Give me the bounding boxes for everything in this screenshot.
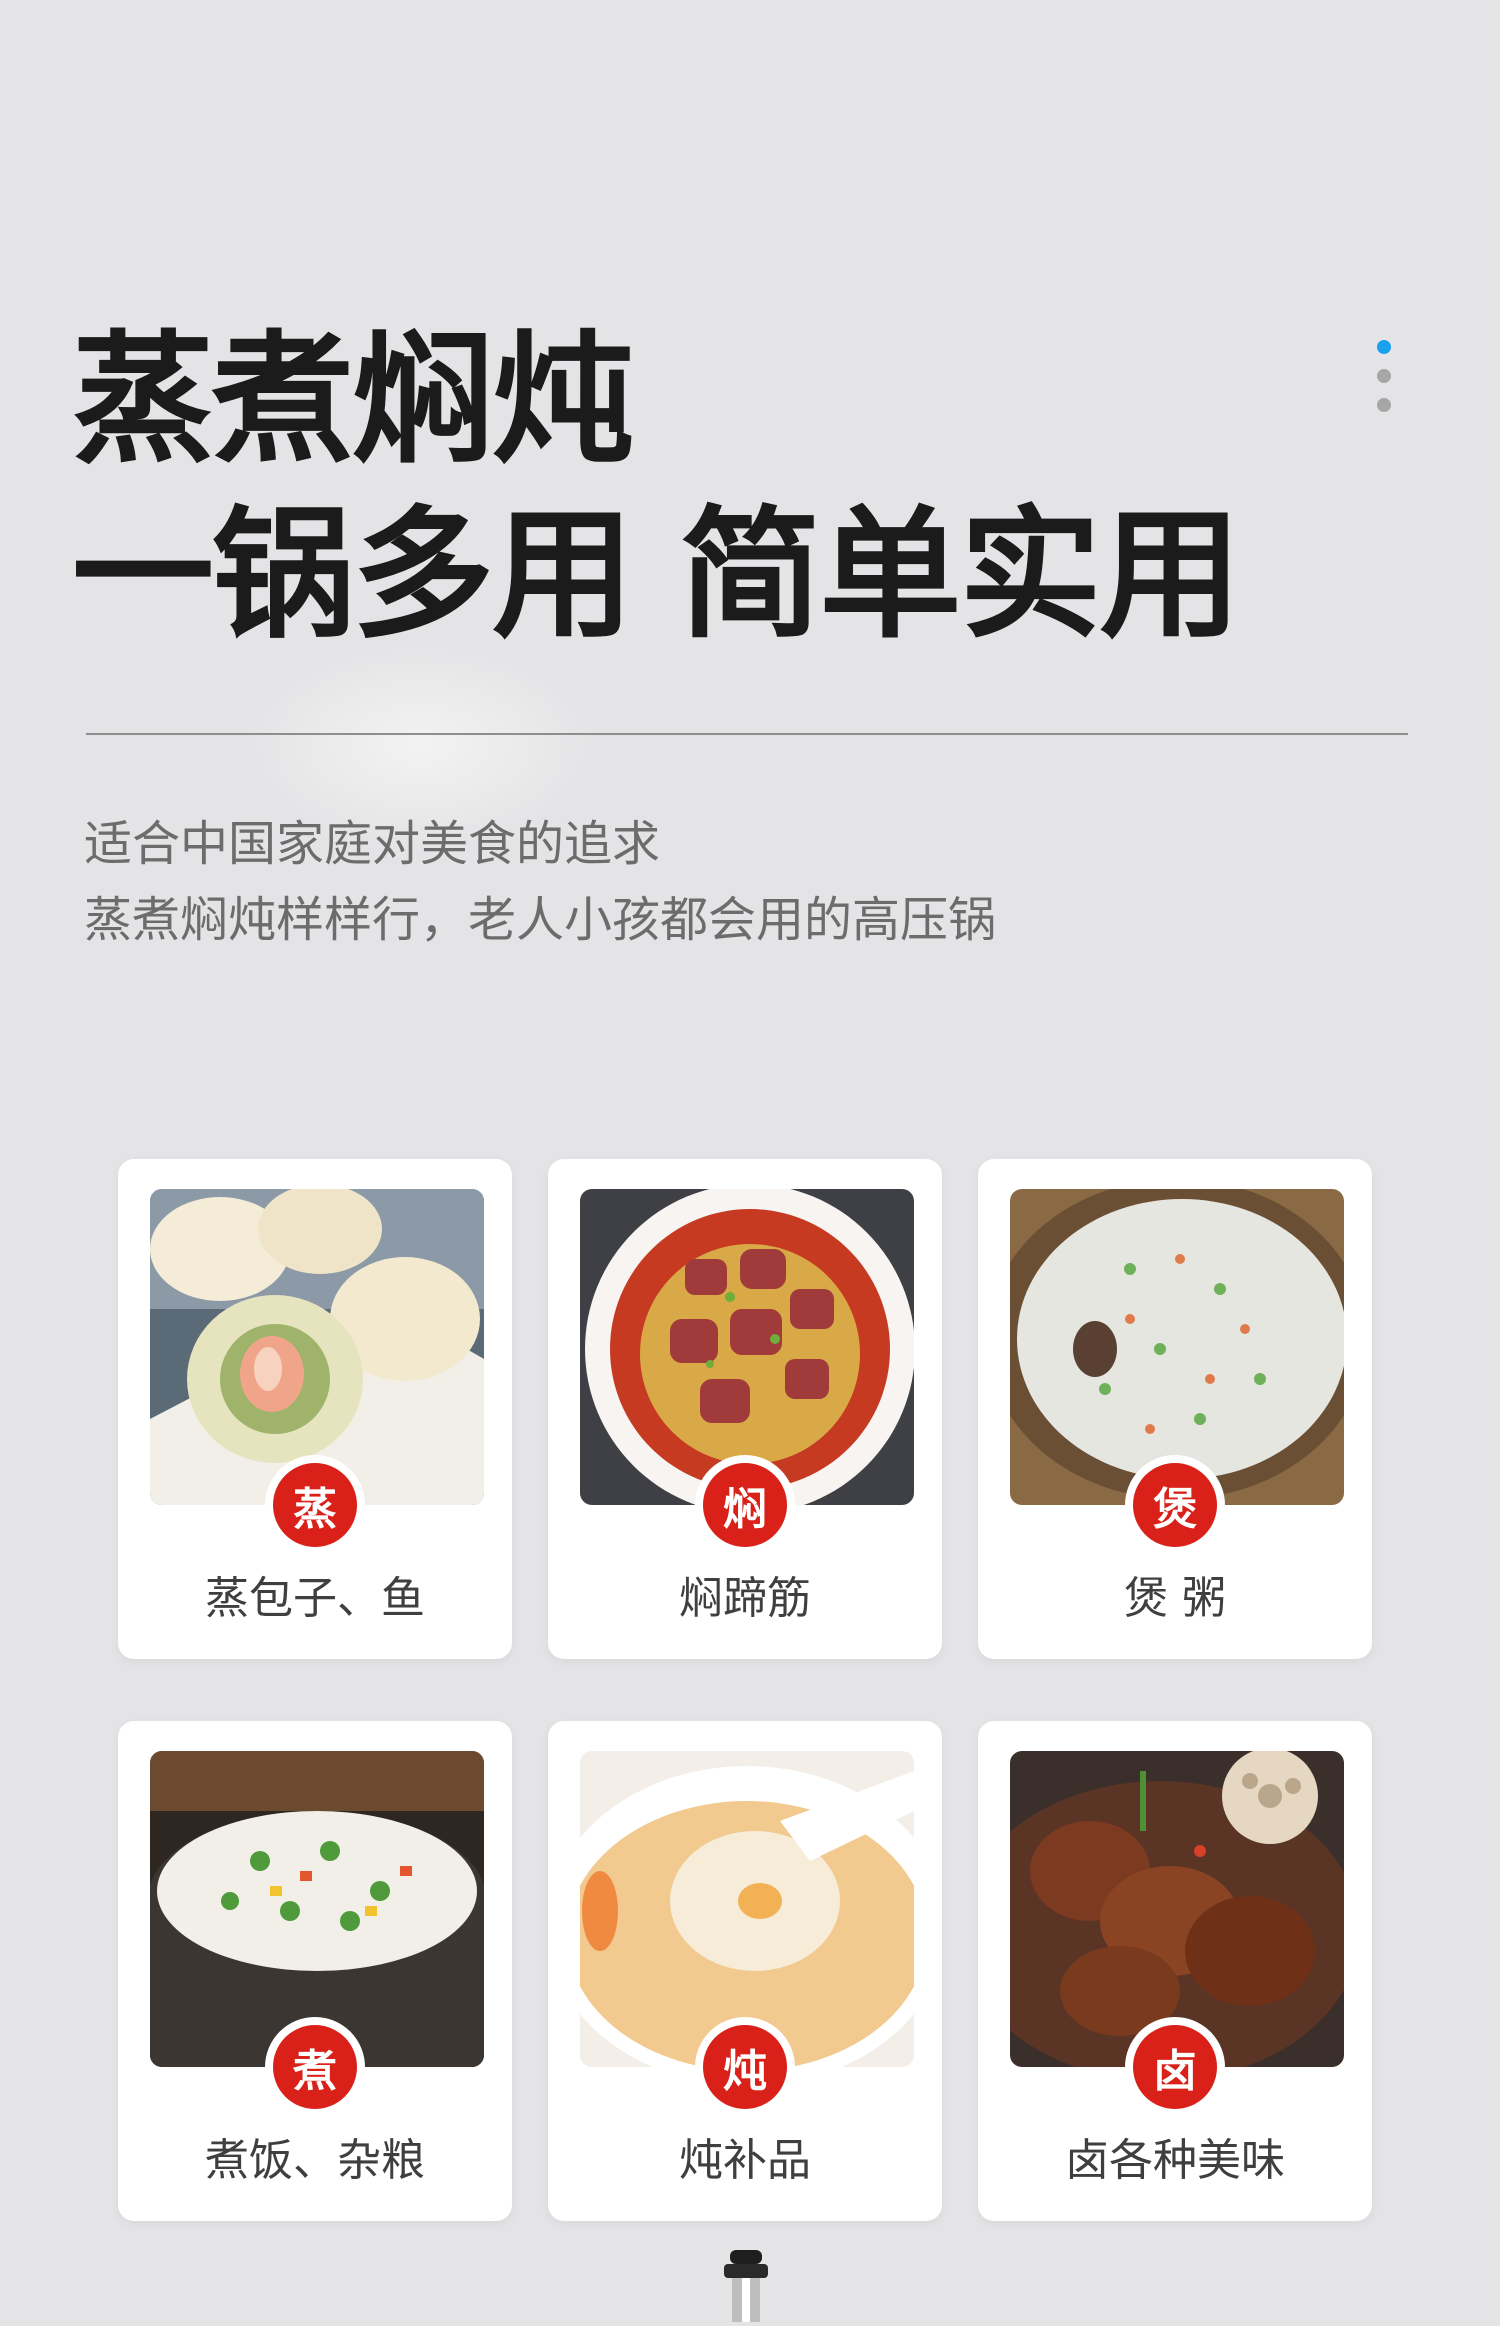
pagination-dot-1[interactable] bbox=[1377, 340, 1391, 354]
steam-badge: 蒸 bbox=[265, 1455, 365, 1555]
headline-line-1: 蒸煮焖炖 bbox=[72, 318, 634, 483]
function-card-stew[interactable]: 炖 炖补品 bbox=[548, 1721, 942, 2221]
stew-badge: 炖 bbox=[695, 2017, 795, 2117]
function-card-steam[interactable]: 蒸 蒸包子、鱼 bbox=[118, 1159, 512, 1659]
function-card-braise[interactable]: 焖 焖蹄筋 bbox=[548, 1159, 942, 1659]
boil-badge: 煮 bbox=[265, 2017, 365, 2117]
steam-label: 蒸包子、鱼 bbox=[205, 1573, 425, 1624]
pagination-indicator[interactable] bbox=[1377, 340, 1393, 427]
marinate-label: 卤各种美味 bbox=[1065, 2135, 1285, 2186]
pagination-dot-3[interactable] bbox=[1377, 398, 1391, 412]
boil-label: 煮饭、杂粮 bbox=[205, 2135, 425, 2186]
description-line-2: 蒸煮焖炖样样行，老人小孩都会用的高压锅 bbox=[84, 892, 997, 948]
braise-badge: 焖 bbox=[695, 1455, 795, 1555]
function-card-marinate[interactable]: 卤 卤各种美味 bbox=[978, 1721, 1372, 2221]
headline-line-2: 一锅多用 简单实用 bbox=[72, 493, 1241, 658]
pressure-cooker-knob bbox=[718, 2250, 774, 2322]
congee-label: 煲 粥 bbox=[1124, 1573, 1226, 1624]
function-card-boil[interactable]: 煮 煮饭、杂粮 bbox=[118, 1721, 512, 2221]
stew-label: 炖补品 bbox=[679, 2135, 811, 2186]
braise-label: 焖蹄筋 bbox=[679, 1573, 811, 1624]
congee-badge: 煲 bbox=[1125, 1455, 1225, 1555]
function-grid: 蒸 蒸包子、鱼 焖 焖蹄筋 煲 煲 粥 煮 煮饭、杂粮 炖 炖补品 卤 卤各种美… bbox=[118, 1159, 1372, 2221]
description-line-1: 适合中国家庭对美食的追求 bbox=[84, 816, 661, 872]
function-card-congee[interactable]: 煲 煲 粥 bbox=[978, 1159, 1372, 1659]
pagination-dot-2[interactable] bbox=[1377, 369, 1391, 383]
divider bbox=[86, 733, 1408, 735]
marinate-badge: 卤 bbox=[1125, 2017, 1225, 2117]
